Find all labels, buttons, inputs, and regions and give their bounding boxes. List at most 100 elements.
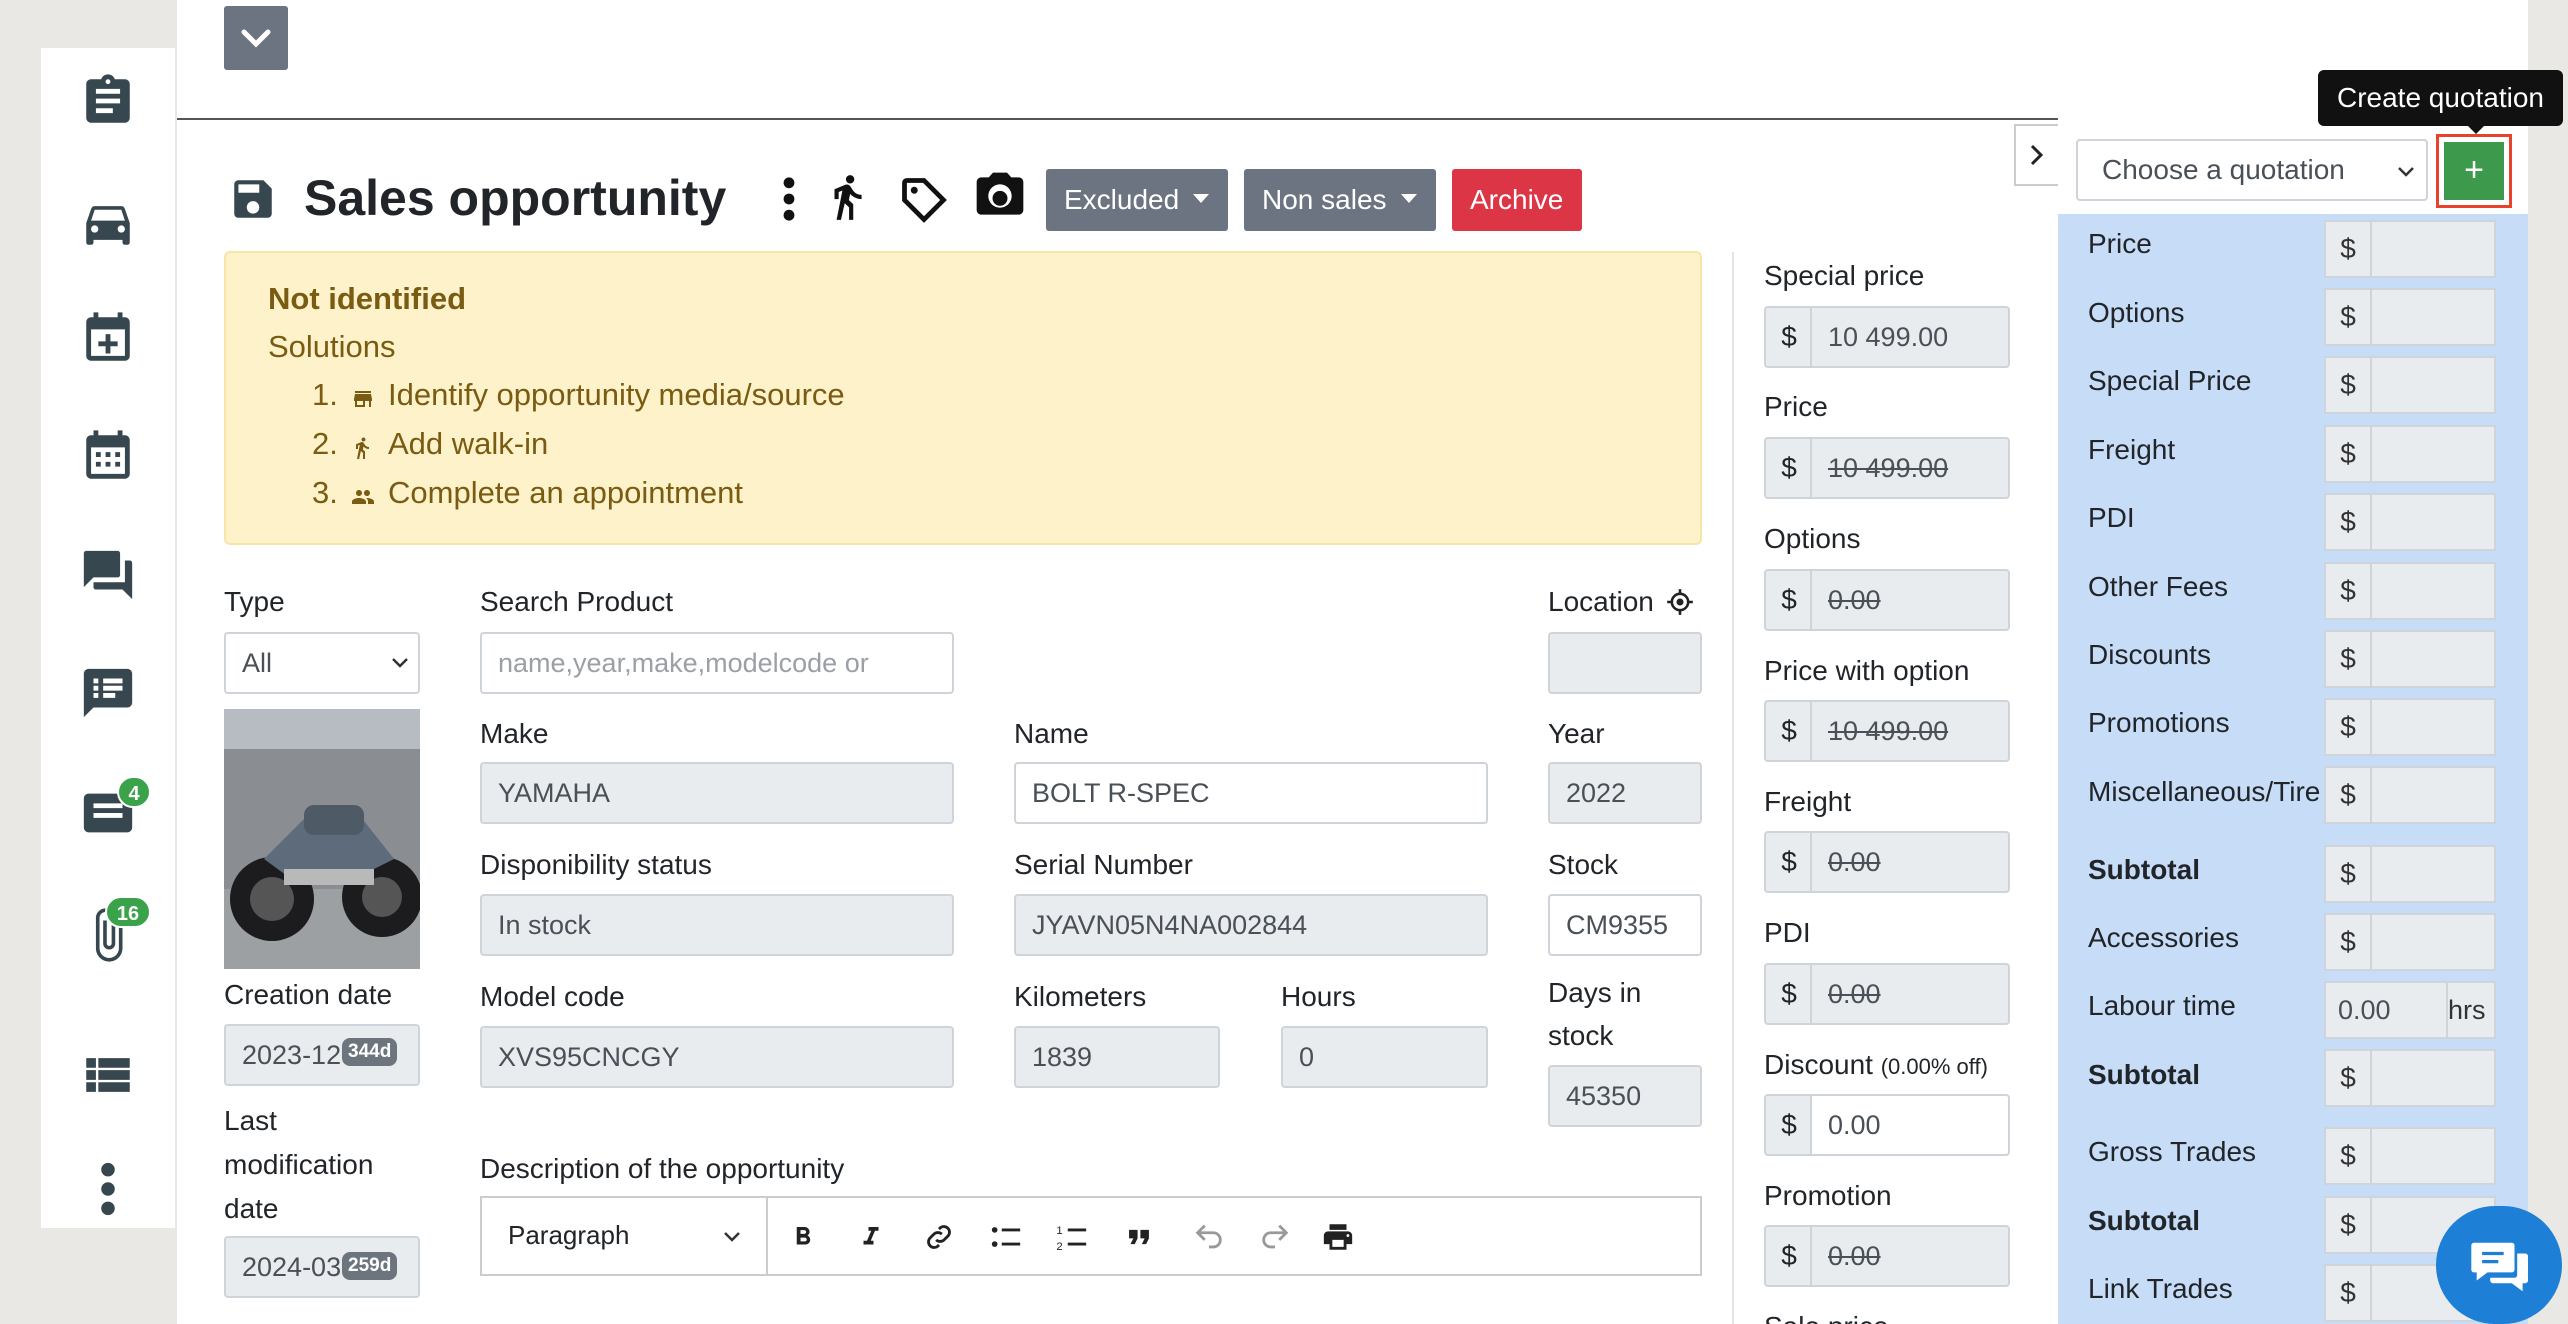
hours-label: Hours — [1281, 981, 1356, 1012]
bulleted-list-icon[interactable] — [988, 1220, 1024, 1254]
q-labour-time-field[interactable]: 0.00 — [2324, 981, 2448, 1039]
search-placeholder: name,year,make,modelcode or — [498, 648, 869, 678]
alert-item-number: 3. — [312, 475, 338, 510]
toggle-header-button[interactable] — [224, 6, 288, 70]
chat-icon — [2471, 1242, 2528, 1292]
type-label: Type — [224, 586, 285, 617]
days-in-stock-field: 45350 — [1548, 1065, 1702, 1127]
excluded-dropdown[interactable]: Excluded — [1046, 169, 1228, 231]
q-special-price-field[interactable] — [2370, 356, 2496, 414]
q-accessories-field[interactable] — [2370, 913, 2496, 971]
q-options-label: Options — [2088, 297, 2185, 328]
blockquote-icon[interactable] — [1122, 1220, 1156, 1254]
camera-icon[interactable] — [972, 168, 1028, 224]
options-field: 0.00 — [1810, 569, 2010, 631]
q-other-fees-field[interactable] — [2370, 562, 2496, 620]
search-product-input[interactable]: name,year,make,modelcode or — [480, 632, 954, 694]
q-options-field[interactable] — [2370, 288, 2496, 346]
calendar-add-icon[interactable] — [79, 310, 137, 368]
freight-label: Freight — [1764, 786, 1852, 817]
more-vertical-icon[interactable] — [91, 1160, 125, 1218]
hours-field: 0 — [1281, 1026, 1488, 1088]
stock-field[interactable]: CM9355 — [1548, 894, 1702, 956]
non-sales-dropdown[interactable]: Non sales — [1244, 169, 1436, 231]
kilometers-field: 1839 — [1014, 1026, 1220, 1088]
redo-icon[interactable] — [1258, 1220, 1292, 1254]
currency-addon: $ — [2324, 493, 2370, 551]
price-label: Price — [1764, 391, 1828, 422]
days-in-stock-label-1: Days in — [1548, 977, 1642, 1008]
non-sales-label: Non sales — [1262, 184, 1387, 215]
discount-field[interactable]: 0.00 — [1810, 1094, 2010, 1156]
create-quotation-button[interactable]: + — [2436, 134, 2512, 208]
currency-addon: $ — [2324, 562, 2370, 620]
q-discounts-field[interactable] — [2370, 630, 2496, 688]
collapse-panel-button[interactable] — [2014, 124, 2058, 186]
calendar-icon[interactable] — [79, 428, 137, 486]
q-accessories-label: Accessories — [2088, 922, 2239, 953]
q-price-field[interactable] — [2370, 220, 2496, 278]
q-misc-field[interactable] — [2370, 766, 2496, 824]
alert-title: Not identified — [268, 281, 467, 316]
currency-addon: $ — [2324, 220, 2370, 278]
caret-down-icon — [1400, 194, 1417, 204]
car-icon[interactable] — [79, 194, 137, 252]
crosshair-icon[interactable] — [1666, 588, 1694, 616]
undo-icon[interactable] — [1192, 1220, 1226, 1254]
serial-number-label: Serial Number — [1014, 849, 1193, 880]
discount-label-text: Discount — [1764, 1049, 1873, 1080]
q-discounts-label: Discounts — [2088, 639, 2211, 670]
print-icon[interactable] — [1320, 1220, 1356, 1254]
chevron-down-icon — [2398, 167, 2414, 177]
chat-bubbles-icon[interactable] — [79, 546, 137, 604]
last-mod-label-2: modification — [224, 1149, 374, 1180]
choose-quotation-select[interactable]: Choose a quotation — [2076, 139, 2428, 201]
discount-label: Discount (0.00% off) — [1764, 1048, 1988, 1084]
bold-icon[interactable] — [788, 1220, 818, 1254]
name-field[interactable]: BOLT R-SPEC — [1014, 762, 1488, 824]
stock-label: Stock — [1548, 849, 1619, 880]
caret-down-icon — [1193, 194, 1210, 204]
pdi-field: 0.00 — [1810, 963, 2010, 1025]
numbered-list-icon[interactable]: 12 — [1054, 1220, 1090, 1254]
add-walk-in-link[interactable]: Add walk-in — [388, 424, 548, 464]
live-chat-button[interactable] — [2436, 1206, 2562, 1324]
disponibility-field: In stock — [480, 894, 954, 956]
product-photo — [224, 709, 420, 969]
model-code-label: Model code — [480, 981, 625, 1012]
type-select[interactable]: All — [224, 632, 420, 694]
q-other-fees-label: Other Fees — [2088, 571, 2229, 602]
link-icon[interactable] — [922, 1220, 956, 1254]
currency-addon: $ — [2324, 356, 2370, 414]
q-price-label: Price — [2088, 228, 2152, 259]
walk-in-icon[interactable] — [822, 166, 872, 228]
alert-item-number: 1. — [312, 377, 338, 412]
complete-appointment-link[interactable]: Complete an appointment — [388, 473, 743, 513]
currency-addon: $ — [1764, 963, 1812, 1025]
italic-icon[interactable] — [856, 1220, 886, 1254]
q-subtotal-label: Subtotal — [2088, 1059, 2200, 1090]
q-freight-field[interactable] — [2370, 425, 2496, 483]
currency-addon: $ — [2324, 288, 2370, 346]
clipboard-icon[interactable] — [79, 72, 137, 130]
hours-unit-addon: hrs — [2448, 981, 2496, 1039]
save-icon[interactable] — [228, 174, 278, 224]
identify-source-link[interactable]: Identify opportunity media/source — [388, 375, 845, 415]
options-label: Options — [1764, 523, 1861, 554]
location-field[interactable] — [1548, 632, 1702, 694]
list-icon[interactable] — [79, 1046, 137, 1104]
model-code-field: XVS95CNCGY — [480, 1026, 954, 1088]
q-promotions-field[interactable] — [2370, 698, 2496, 756]
more-vertical-icon[interactable] — [774, 172, 804, 226]
chevron-down-icon — [392, 658, 408, 668]
q-pdi-field[interactable] — [2370, 493, 2496, 551]
currency-addon: $ — [2324, 845, 2370, 903]
tag-icon[interactable] — [898, 174, 950, 226]
archive-button[interactable]: Archive — [1452, 169, 1582, 231]
currency-addon: $ — [2324, 913, 2370, 971]
q-promotions-label: Promotions — [2088, 707, 2230, 738]
paragraph-style-select[interactable]: Paragraph — [482, 1198, 768, 1274]
q-gross-trades-field[interactable] — [2370, 1127, 2496, 1185]
price-field: 10 499.00 — [1810, 437, 2010, 499]
message-text-icon[interactable] — [79, 664, 137, 722]
